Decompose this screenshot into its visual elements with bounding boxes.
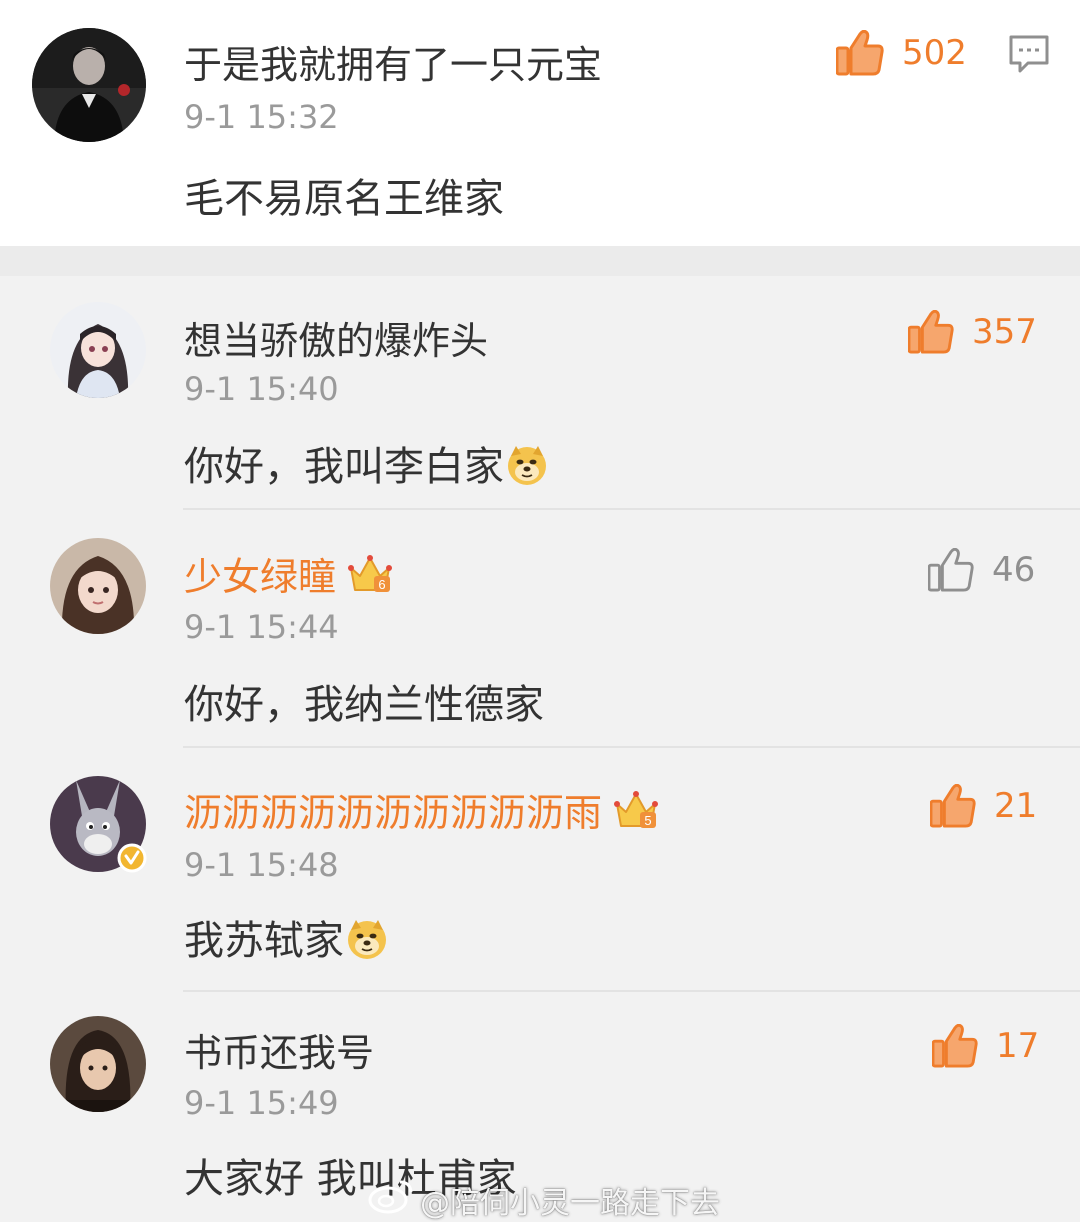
watermark: @陪伺小灵一路走下去 <box>420 1186 720 1221</box>
comment-text: 我苏轼家 <box>184 908 388 970</box>
avatar[interactable] <box>32 28 146 142</box>
username[interactable]: 沥沥沥沥沥沥沥沥沥沥雨 5 <box>184 782 659 839</box>
section-divider <box>0 246 1080 276</box>
vip-crown-icon: 6 <box>348 554 393 603</box>
like-count: 357 <box>972 312 1037 352</box>
doge-emoji-icon <box>346 918 388 970</box>
username[interactable]: 想当骄傲的爆炸头 <box>184 310 488 365</box>
like-button[interactable]: 46 <box>928 548 1035 592</box>
thumbs-up-icon <box>932 1024 978 1068</box>
verified-badge-icon <box>117 843 147 877</box>
timestamp: 9-1 15:48 <box>184 846 339 884</box>
like-button[interactable]: 502 <box>836 30 967 76</box>
comment-text: 毛不易原名王维家 <box>184 176 504 222</box>
divider <box>183 746 1080 748</box>
timestamp: 9-1 15:32 <box>184 98 339 136</box>
username[interactable]: 于是我就拥有了一只元宝 <box>184 34 602 89</box>
username[interactable]: 书币还我号 <box>184 1022 374 1077</box>
timestamp: 9-1 15:49 <box>184 1084 339 1122</box>
username[interactable]: 少女绿瞳 6 <box>184 546 393 603</box>
vip-crown-icon: 5 <box>614 790 659 839</box>
comment-text: 你好，我纳兰性德家 <box>184 682 544 728</box>
like-count: 21 <box>994 786 1038 826</box>
thumbs-up-icon <box>930 784 976 828</box>
reply-icon[interactable] <box>1008 34 1050 78</box>
divider <box>183 990 1080 992</box>
vip-level-label: 5 <box>644 813 651 828</box>
thumbs-up-icon <box>836 30 884 76</box>
timestamp: 9-1 15:40 <box>184 370 339 408</box>
username-text: 少女绿瞳 <box>184 555 337 599</box>
username-text: 沥沥沥沥沥沥沥沥沥沥雨 <box>184 791 603 835</box>
avatar[interactable] <box>50 1016 146 1112</box>
thumbs-up-outline-icon <box>928 548 974 592</box>
avatar[interactable] <box>50 302 146 398</box>
main-comment: 于是我就拥有了一只元宝 9-1 15:32 毛不易原名王维家 502 <box>0 0 1080 246</box>
comment-text-content: 你好，我叫李白家 <box>184 444 504 490</box>
avatar[interactable] <box>50 538 146 634</box>
like-count: 502 <box>902 33 967 73</box>
comment-text-content: 我苏轼家 <box>184 918 344 964</box>
like-count: 17 <box>996 1026 1040 1066</box>
reply-list: 想当骄傲的爆炸头 9-1 15:40 你好，我叫李白家 357 少女绿瞳 6 9… <box>0 276 1080 1222</box>
like-count: 46 <box>992 550 1036 590</box>
timestamp: 9-1 15:44 <box>184 608 339 646</box>
like-button[interactable]: 357 <box>908 310 1037 354</box>
weibo-logo-icon <box>368 1178 414 1218</box>
thumbs-up-icon <box>908 310 954 354</box>
like-button[interactable]: 21 <box>930 784 1037 828</box>
like-button[interactable]: 17 <box>932 1024 1039 1068</box>
comment-text: 你好，我叫李白家 <box>184 434 548 496</box>
divider <box>183 508 1080 510</box>
vip-level-label: 6 <box>378 577 385 592</box>
doge-emoji-icon <box>506 444 548 496</box>
